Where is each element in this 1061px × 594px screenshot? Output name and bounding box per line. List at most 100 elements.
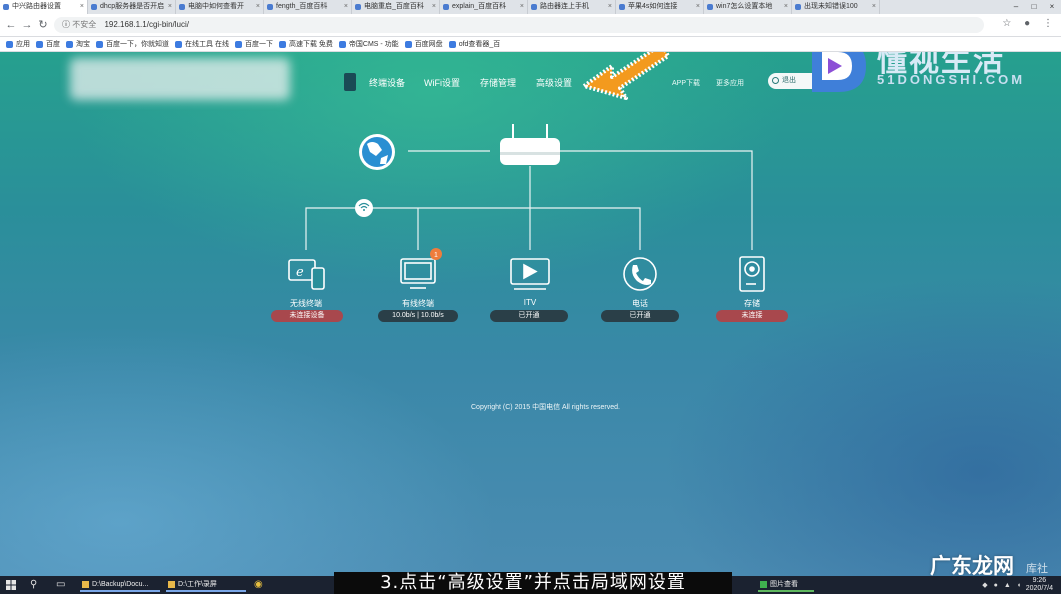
bookmark-icon (448, 40, 456, 48)
bookmark-icon (36, 40, 43, 48)
browser-tab[interactable]: 苹果4s如何连接 × (616, 0, 704, 14)
bookmark-icon (66, 40, 73, 48)
bookmark[interactable]: ofd查看器_百 (448, 39, 500, 49)
folder-icon (82, 581, 89, 588)
browser-toolbar-right: ☆ ● ⋮ (992, 18, 1053, 29)
device-label-phone: 电话 (632, 299, 648, 308)
browser-tab[interactable]: dhcp服务器是否开启 × (88, 0, 176, 14)
tray-icon[interactable]: ▲ (1004, 582, 1011, 589)
status-badge-wired[interactable]: 10.0b/s | 10.0b/s (378, 310, 458, 322)
forward-icon[interactable]: → (20, 18, 34, 32)
photos-icon (760, 581, 767, 588)
bookmark-icon (175, 40, 182, 48)
bookmarks-bar: 应用 百度 淘宝 百度一下，你就知道 在线工具 在线 百度一下 高速下载 免费 … (0, 37, 1061, 52)
window-controls: – □ × (1007, 0, 1061, 14)
menu-icon[interactable]: ⋮ (1043, 18, 1053, 29)
close-tab-icon[interactable]: × (608, 0, 612, 14)
bookmark[interactable]: 高速下载 免费 (278, 39, 333, 49)
device-label-wired: 有线终端 (402, 299, 434, 308)
phone-icon (623, 257, 657, 291)
tray-icon[interactable]: ● (994, 582, 998, 589)
router-page: 终端设备 WiFi设置 存储管理 高级设置 APP下载 更多应用 退出 懂视生活… (0, 52, 1061, 576)
search-icon[interactable]: ⚲ (30, 579, 37, 590)
taskbar-app-photos[interactable]: 图片查看 (758, 578, 814, 592)
wifi-icon (355, 199, 373, 217)
close-tab-icon[interactable]: × (80, 0, 84, 14)
wireless-terminal-icon: e (288, 259, 325, 290)
favicon-icon (795, 4, 801, 10)
favicon-icon (619, 4, 625, 10)
windows-start-icon[interactable] (6, 580, 16, 590)
close-tab-icon[interactable]: × (520, 0, 524, 14)
close-tab-icon[interactable]: × (168, 0, 172, 14)
browser-tab[interactable]: 中兴路由器设置 × (0, 0, 88, 14)
taskbar-app-explorer[interactable]: D:\Backup\Docu... (80, 578, 160, 592)
tutorial-caption: 3.点击“高级设置”并点击局域网设置 (334, 572, 732, 594)
corner-watermark-sub: 库社 (1026, 563, 1048, 575)
browser-tab[interactable]: win7怎么设置本地 × (704, 0, 792, 14)
back-icon[interactable]: ← (4, 18, 18, 32)
bookmark[interactable]: 帝国CMS - 功能 (338, 39, 399, 49)
favicon-icon (355, 4, 361, 10)
close-tab-icon[interactable]: × (696, 0, 700, 14)
insecure-label: 不安全 (72, 20, 97, 29)
status-badge-storage[interactable]: 未连接 (716, 310, 788, 322)
status-badge-wireless[interactable]: 未连接设备 (271, 310, 343, 322)
status-badge-phone[interactable]: 已开通 (601, 310, 679, 322)
bookmark[interactable]: 百度 (36, 39, 60, 49)
profile-icon[interactable]: ● (1024, 18, 1030, 29)
close-tab-icon[interactable]: × (432, 0, 436, 14)
status-badge-itv[interactable]: 已开通 (490, 310, 568, 322)
close-tab-icon[interactable]: × (344, 0, 348, 14)
svg-text:e: e (296, 265, 304, 280)
favicon-icon (531, 4, 537, 10)
corner-watermark: 广东龙网 (930, 554, 1014, 576)
close-tab-icon[interactable]: × (872, 0, 876, 14)
reload-icon[interactable]: ↻ (36, 18, 50, 32)
browser-tab[interactable]: 路由器连上手机 × (528, 0, 616, 14)
bookmark-icon (96, 40, 103, 48)
bookmark-icon (404, 40, 412, 48)
address-bar-row: ← → ↻ ⓘ 不安全 192.168.1.1/cgi-bin/luci/ ☆ … (0, 14, 1061, 37)
router-device-icon (500, 124, 560, 165)
taskbar-app-explorer-2[interactable]: D:\工作\录屏 (166, 578, 246, 592)
browser-tab[interactable]: 电脑重启_百度百科 × (352, 0, 440, 14)
browser-tab[interactable]: explain_百度百科 × (440, 0, 528, 14)
bookmark[interactable]: 淘宝 (66, 39, 90, 49)
taskbar-clock[interactable]: 9:26 2020/7/4 (1026, 577, 1053, 593)
favicon-icon (3, 4, 9, 10)
task-view-icon[interactable]: ▭ (56, 579, 65, 590)
browser-tab-bar: 中兴路由器设置 × dhcp服务器是否开启 × 电脑中如何查看开 × fength_百… (0, 0, 1061, 14)
info-icon[interactable]: ⓘ (62, 20, 70, 29)
notification-badge: 1 (430, 248, 442, 260)
favicon-icon (707, 4, 713, 10)
favicon-icon (91, 4, 97, 10)
browser-tab[interactable]: 出现未知错误100 × (792, 0, 880, 14)
chrome-icon[interactable]: ◉ (254, 579, 263, 590)
url-input[interactable]: ⓘ 不安全 192.168.1.1/cgi-bin/luci/ (54, 17, 984, 33)
tray-icon[interactable]: ◆ (982, 581, 987, 589)
bookmark[interactable]: 在线工具 在线 (175, 39, 229, 49)
badge-count: 1 (434, 252, 438, 259)
url-text: 192.168.1.1/cgi-bin/luci/ (104, 20, 189, 29)
favicon-icon (443, 4, 449, 10)
close-tab-icon[interactable]: × (256, 0, 260, 14)
bookmark-icon (234, 40, 242, 48)
volume-icon[interactable]: ◖ (1017, 582, 1021, 589)
bookmark[interactable]: 百度网盘 (404, 39, 443, 49)
bookmark[interactable]: 百度一下 (234, 39, 273, 49)
device-label-itv: ITV (523, 298, 537, 307)
browser-tab[interactable]: 电脑中如何查看开 × (176, 0, 264, 14)
bookmark[interactable]: 百度一下，你就知道 (96, 39, 169, 49)
storage-icon (739, 256, 765, 292)
bookmark-icon (278, 40, 286, 48)
system-tray: ◆ ● ▲ ◖ (976, 576, 1021, 594)
maximize-icon[interactable]: □ (1025, 0, 1043, 14)
close-window-icon[interactable]: × (1043, 0, 1061, 14)
minimize-icon[interactable]: – (1007, 0, 1025, 14)
bookmark[interactable]: 应用 (6, 39, 30, 49)
close-tab-icon[interactable]: × (784, 0, 788, 14)
star-icon[interactable]: ☆ (1002, 18, 1011, 29)
browser-tab[interactable]: fength_百度百科 × (264, 0, 352, 14)
device-label-storage: 存储 (744, 299, 760, 308)
